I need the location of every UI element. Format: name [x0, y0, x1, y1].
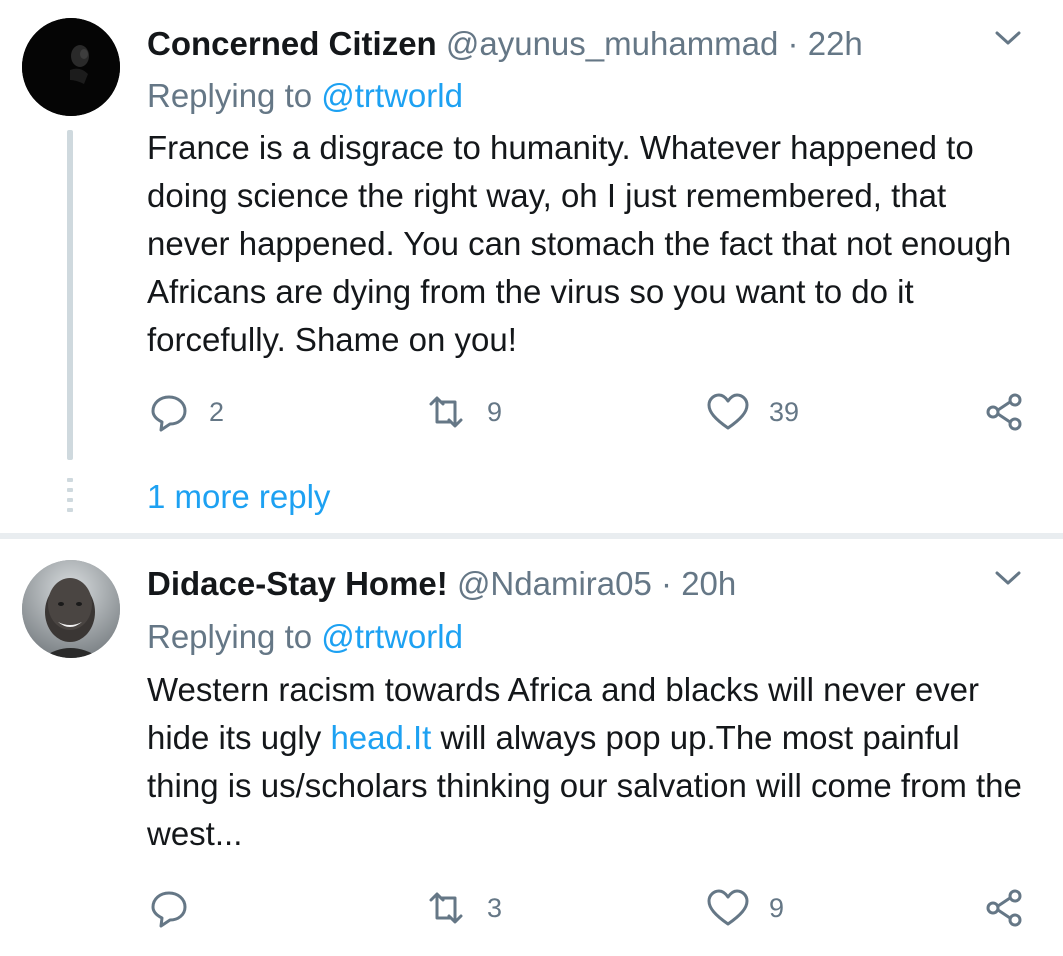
retweet-count: 3 — [487, 892, 503, 923]
separator-dot: · — [661, 565, 673, 602]
like-button[interactable]: 9 — [705, 886, 784, 930]
timestamp[interactable]: 22h — [808, 25, 863, 62]
thread-dots — [67, 478, 73, 518]
replying-prefix: Replying to — [147, 77, 322, 114]
author-name[interactable]: Concerned Citizen — [147, 25, 437, 62]
tweet-didace[interactable]: Didace-Stay Home! @Ndamira05 · 20h Reply… — [0, 540, 1063, 956]
like-count: 39 — [769, 396, 800, 427]
avatar[interactable] — [22, 560, 120, 658]
more-replies-link[interactable]: 1 more reply — [147, 476, 330, 518]
retweet-count: 9 — [487, 396, 503, 427]
tweet-actions: 2 9 39 — [147, 390, 1037, 434]
like-button[interactable]: 39 — [705, 390, 799, 434]
tweet-concerned-citizen[interactable]: Concerned Citizen @ayunus_muhammad · 22h… — [0, 0, 1063, 533]
share-button[interactable] — [983, 886, 1027, 930]
speech-bubble-icon — [151, 891, 187, 928]
tweet-actions: 3 9 — [147, 886, 1037, 930]
avatar[interactable] — [22, 18, 120, 116]
replying-mention[interactable]: @trtworld — [321, 77, 463, 114]
share-nodes-icon — [986, 889, 1022, 927]
reply-button[interactable]: 2 — [147, 390, 224, 434]
retweet-arrows-icon — [429, 892, 463, 924]
separator-dot: · — [787, 25, 799, 62]
tweet-separator — [0, 533, 1063, 539]
author-handle[interactable]: @ayunus_muhammad — [446, 25, 779, 62]
heart-icon — [707, 393, 749, 430]
tweet-text: Western racism towards Africa and blacks… — [147, 666, 1027, 858]
thread-line — [67, 130, 73, 460]
heart-icon — [707, 889, 749, 926]
share-button[interactable] — [983, 390, 1027, 434]
speech-bubble-icon — [151, 395, 187, 432]
tweet-header: Didace-Stay Home! @Ndamira05 · 20h — [147, 564, 736, 604]
author-name[interactable]: Didace-Stay Home! — [147, 565, 448, 602]
retweet-button[interactable]: 9 — [423, 390, 502, 434]
chevron-down-icon[interactable] — [993, 568, 1023, 588]
like-count: 9 — [769, 892, 785, 923]
share-nodes-icon — [986, 393, 1022, 431]
timestamp[interactable]: 20h — [681, 565, 736, 602]
replying-to: Replying to @trtworld — [147, 617, 463, 657]
replying-to: Replying to @trtworld — [147, 76, 463, 116]
chevron-down-icon[interactable] — [993, 28, 1023, 48]
reply-button[interactable] — [147, 886, 209, 930]
tweet-header: Concerned Citizen @ayunus_muhammad · 22h — [147, 24, 863, 64]
retweet-button[interactable]: 3 — [423, 886, 502, 930]
tweet-inline-link[interactable]: head.It — [330, 719, 431, 756]
retweet-arrows-icon — [429, 396, 463, 428]
replying-prefix: Replying to — [147, 618, 322, 655]
replying-mention[interactable]: @trtworld — [321, 618, 463, 655]
author-handle[interactable]: @Ndamira05 — [457, 565, 652, 602]
reply-count: 2 — [209, 396, 225, 427]
tweet-text: France is a disgrace to humanity. Whatev… — [147, 129, 1012, 358]
